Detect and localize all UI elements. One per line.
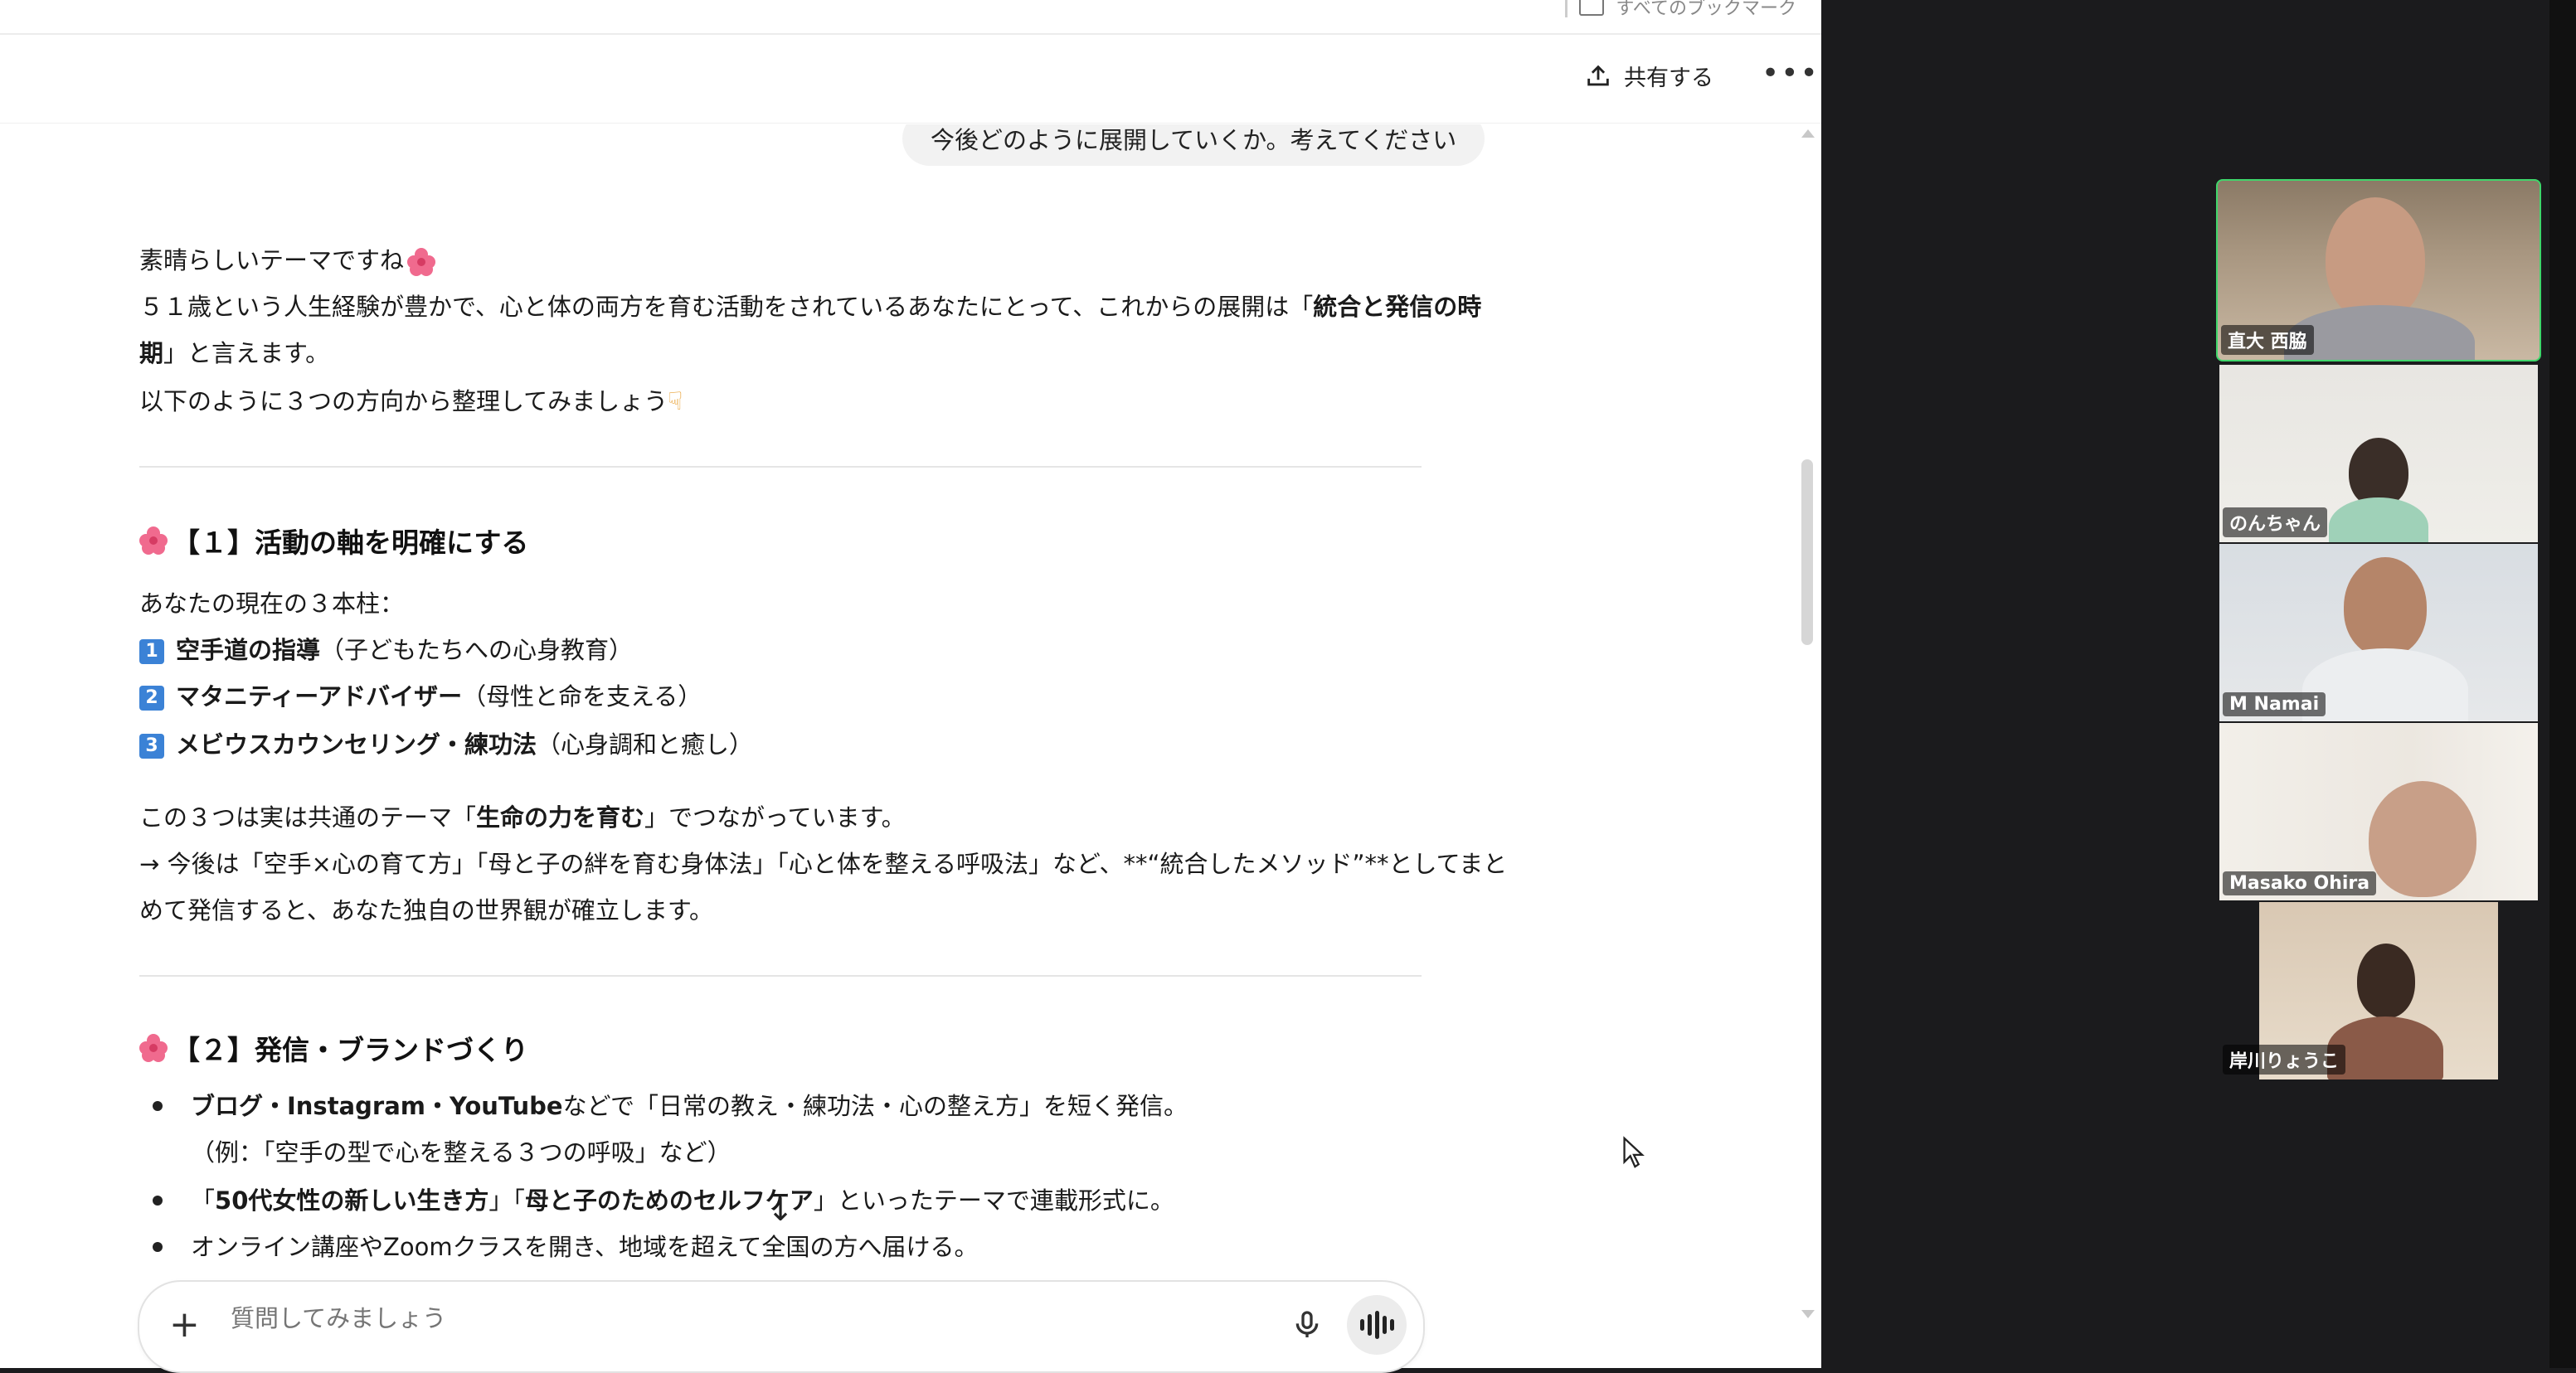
bookmarks-area[interactable]: すべてのブックマーク <box>1565 0 1796 20</box>
bullet-item: オンライン講座やZoomクラスを開き、地域を超えて全国の方へ届ける。 <box>191 1233 979 1261</box>
participant-name: 直大 西脇 <box>2221 325 2314 355</box>
scrollbar-thumb[interactable] <box>1801 459 1813 645</box>
folder-icon <box>1579 0 1605 16</box>
bullet-item: 「50代女性の新しい生き方」「母と子のためのセルフケア」といったテーマで連載形式… <box>191 1186 1174 1215</box>
flower-icon <box>407 248 436 276</box>
bullet <box>153 1101 163 1111</box>
scroll-down-arrow-icon[interactable]: ↓ <box>761 1191 800 1229</box>
participant-name: M Namai <box>2223 692 2326 716</box>
section-1-heading: 【１】活動の軸を明確にする <box>139 521 528 560</box>
future-line-2: めて発信すると、あなた独自の世界観が確立します。 <box>139 896 713 924</box>
divider <box>139 975 1422 977</box>
pillar-item: 3 メビウスカウンセリング・練功法（心身調和と癒し） <box>139 721 753 769</box>
intro-line-3: 期」と言えます。 <box>139 339 330 367</box>
participant-name: 岸川りょうこ <box>2223 1045 2346 1075</box>
number-3-icon: 3 <box>139 734 164 759</box>
video-tile[interactable]: 岸川りょうこ <box>2219 902 2538 1079</box>
number-1-icon: 1 <box>139 639 164 664</box>
intro-line-1: 素晴らしいテーマですね <box>139 237 436 284</box>
intro-line-4: 以下のように３つの方向から整理してみましょう☟ <box>139 378 683 425</box>
video-tile[interactable]: Masako Ohira <box>2219 723 2538 900</box>
participant-avatar <box>2344 557 2427 657</box>
share-label: 共有する <box>1624 65 1713 91</box>
bookmarks-divider <box>1565 0 1568 17</box>
video-tile[interactable]: M Namai <box>2219 544 2538 721</box>
share-icon <box>1587 65 1609 85</box>
add-attachment-button[interactable]: + <box>169 1307 200 1343</box>
share-button[interactable]: 共有する <box>1584 60 1713 92</box>
pillar-item: 2 マタニティーアドバイザー（母性と命を支える） <box>139 673 702 720</box>
window-edge <box>2549 0 2576 1368</box>
chat-header <box>0 35 1821 124</box>
participant-avatar <box>2369 781 2476 897</box>
microphone-icon[interactable] <box>1290 1307 1324 1343</box>
common-theme: この３つは実は共通のテーマ「生命の力を育む」でつながっています。 <box>139 803 906 832</box>
participant-name: のんちゃん <box>2223 507 2328 537</box>
prompt-input[interactable] <box>229 1303 730 1333</box>
mouse-cursor-icon <box>1623 1136 1645 1168</box>
bullet <box>153 1196 163 1206</box>
scroll-up-arrow-icon[interactable] <box>1801 129 1815 138</box>
composer: + <box>138 1280 1425 1373</box>
pillar-item: 1 空手道の指導（子どもたちへの心身教育） <box>139 627 633 674</box>
intro-line-2: ５１歳という人生経験が豊かで、心と体の両方を育む活動をされているあなたにとって、… <box>139 293 1482 321</box>
bullet-example: （例：「空手の型で心を整える３つの呼吸」など） <box>191 1138 731 1167</box>
all-bookmarks-label[interactable]: すべてのブックマーク <box>1616 0 1796 20</box>
section-2-heading: 【２】発信・ブランドづくり <box>139 1028 528 1068</box>
participant-avatar <box>2326 197 2425 322</box>
video-tile[interactable]: のんちゃん <box>2219 365 2538 542</box>
bookmarks-bar: すべてのブックマーク <box>0 0 1821 35</box>
pointing-down-icon: ☟ <box>668 387 683 416</box>
scrollbar[interactable] <box>1800 124 1816 1318</box>
chat-app: すべてのブックマーク 共有する ••• 今後どのように展開していくか。考えてくだ… <box>0 0 1821 1373</box>
number-2-icon: 2 <box>139 686 164 711</box>
pillars-label: あなたの現在の３本柱： <box>139 589 405 618</box>
flower-icon <box>139 526 168 555</box>
user-message: 今後どのように展開していくか。考えてください <box>902 124 1485 166</box>
participant-name: Masako Ohira <box>2223 871 2377 895</box>
voice-mode-button[interactable] <box>1347 1295 1407 1355</box>
bullet <box>153 1242 163 1252</box>
flower-icon <box>139 1034 168 1062</box>
bullet-item: ブログ・Instagram・YouTubeなどで「日常の教え・練功法・心の整え方… <box>191 1092 1188 1120</box>
more-options-button[interactable]: ••• <box>1762 56 1820 90</box>
participant-avatar <box>2357 944 2415 1018</box>
video-tile[interactable]: 直大 西脇 <box>2216 179 2541 361</box>
conversation: 今後どのように展開していくか。考えてください 素晴らしいテーマですね ５１歳とい… <box>0 124 1821 1277</box>
future-line-1: → 今後は「空手×心の育て方」「母と子の絆を育む身体法」「心と体を整える呼吸法」… <box>139 850 1508 878</box>
scroll-down-small-arrow-icon[interactable] <box>1801 1310 1815 1318</box>
divider <box>139 466 1422 468</box>
